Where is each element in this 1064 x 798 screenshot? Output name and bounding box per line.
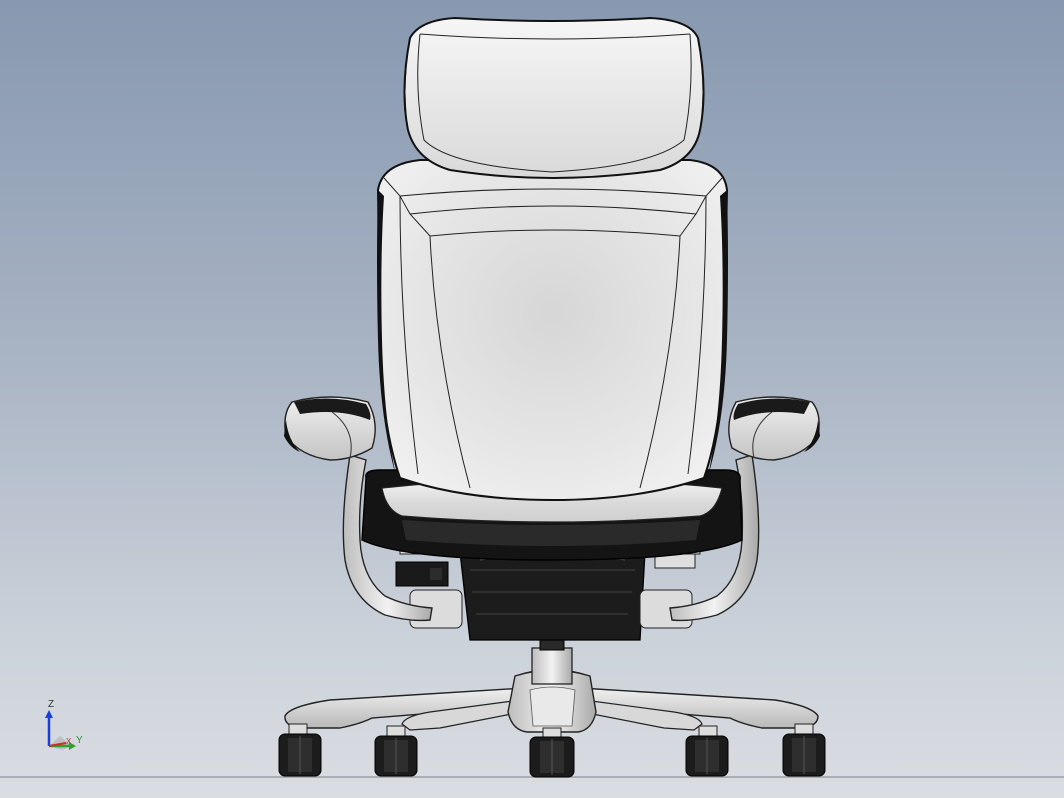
view-orientation-triad: Z X Y <box>38 696 88 756</box>
graphics-viewport[interactable]: Z X Y <box>0 0 1064 798</box>
caster-left-outer[interactable] <box>278 723 322 777</box>
caster-right-outer[interactable] <box>782 723 826 777</box>
caster-center[interactable] <box>529 727 575 778</box>
caster-left-inner[interactable] <box>374 725 418 777</box>
headrest[interactable] <box>403 16 705 179</box>
triad-x-label: X <box>66 737 72 746</box>
chair-model[interactable] <box>0 0 1064 798</box>
backrest[interactable] <box>376 159 729 502</box>
triad-y-label: Y <box>76 735 83 746</box>
caster-right-inner[interactable] <box>685 725 729 777</box>
triad-z-label: Z <box>48 699 55 710</box>
triad-axes-icon <box>45 710 76 750</box>
